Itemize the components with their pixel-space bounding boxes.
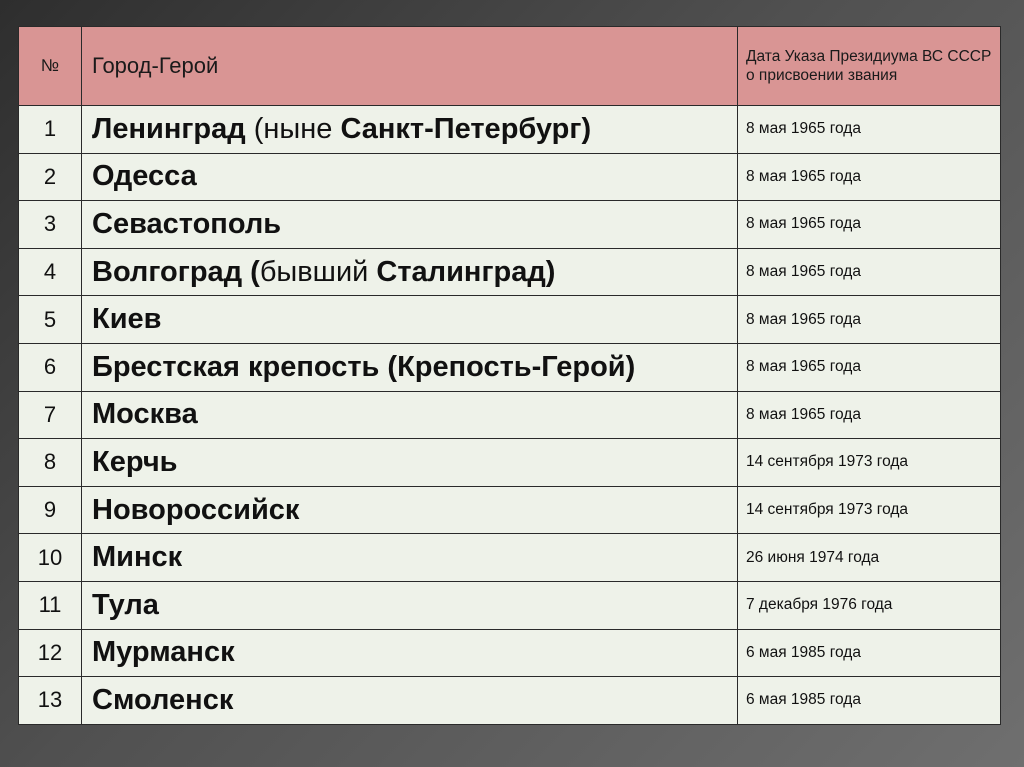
row-date: 8 мая 1965 года	[737, 105, 1001, 154]
slide: № Город-Герой Дата Указа Президиума ВС С…	[0, 0, 1024, 767]
row-city: Мурманск	[81, 628, 738, 678]
row-city: Москва	[81, 390, 738, 440]
row-date: 8 мая 1965 года	[737, 200, 1001, 249]
table-row: 11 Тула 7 декабря 1976 года	[18, 580, 1001, 630]
row-number: 1	[18, 105, 82, 154]
table-row: 6 Брестская крепость (Крепость-Герой) 8 ма…	[18, 342, 1001, 392]
table-row: 10 Минск 26 июня 1974 года	[18, 533, 1001, 582]
table-row: 1 Ленинград (ныне Санкт-Петербург) 8 мая 1…	[18, 105, 1001, 154]
row-number: 2	[18, 152, 82, 202]
table-header-row: № Город-Герой Дата Указа Президиума ВС С…	[18, 26, 1001, 106]
row-city: Брестская крепость (Крепость-Герой)	[81, 342, 738, 392]
row-date: 8 мая 1965 года	[737, 342, 1001, 392]
table-row: 8 Керчь 14 сентября 1973 года	[18, 438, 1001, 487]
row-date: 26 июня 1974 года	[737, 533, 1001, 582]
row-number: 11	[18, 580, 82, 630]
row-date: 8 мая 1965 года	[737, 295, 1001, 344]
city-note: (ныне	[245, 112, 341, 145]
row-date: 6 мая 1985 года	[737, 676, 1001, 725]
row-number: 6	[18, 342, 82, 392]
table-row: 5 Киев 8 мая 1965 года	[18, 295, 1001, 344]
city-name: Волгоград (	[92, 255, 260, 288]
city-name: Москва	[92, 398, 198, 431]
table-row: 4 Волгоград (бывший Сталинград) 8 мая 1965…	[18, 247, 1001, 297]
row-date: 8 мая 1965 года	[737, 390, 1001, 440]
city-name-alt: Сталинград)	[376, 255, 556, 288]
row-city: Новороссийск	[81, 485, 738, 535]
row-city: Керчь	[81, 438, 738, 487]
row-number: 3	[18, 200, 82, 249]
row-number: 9	[18, 485, 82, 535]
city-name: Смоленск	[92, 683, 234, 716]
row-city: Одесса	[81, 152, 738, 202]
row-number: 12	[18, 628, 82, 678]
row-number: 8	[18, 438, 82, 487]
row-date: 8 мая 1965 года	[737, 247, 1001, 297]
table-row: 12 Мурманск 6 мая 1985 года	[18, 628, 1001, 678]
row-date: 14 сентября 1973 года	[737, 485, 1001, 535]
row-date: 14 сентября 1973 года	[737, 438, 1001, 487]
table-row: 2 Одесса 8 мая 1965 года	[18, 152, 1001, 202]
row-city: Севастополь	[81, 200, 738, 249]
row-city: Минск	[81, 533, 738, 582]
header-number: №	[18, 26, 82, 106]
city-name: Севастополь	[92, 207, 282, 240]
city-name: Ленинград	[92, 112, 246, 145]
city-name: Мурманск	[92, 636, 235, 669]
city-name: Керчь	[92, 445, 178, 478]
table-body: 1 Ленинград (ныне Санкт-Петербург) 8 мая 1…	[18, 105, 1001, 725]
city-name: Брестская крепость (Крепость-Герой)	[92, 350, 636, 383]
row-number: 7	[18, 390, 82, 440]
table-row: 9 Новороссийск 14 сентября 1973 года	[18, 485, 1001, 535]
table-row: 7 Москва 8 мая 1965 года	[18, 390, 1001, 440]
header-city: Город-Герой	[81, 26, 738, 106]
row-city: Ленинград (ныне Санкт-Петербург)	[81, 105, 738, 154]
row-date: 6 мая 1985 года	[737, 628, 1001, 678]
row-city: Волгоград (бывший Сталинград)	[81, 247, 738, 297]
city-note: бывший	[259, 255, 377, 288]
city-name: Новороссийск	[92, 493, 300, 526]
city-name: Киев	[92, 303, 162, 336]
city-name-alt: Санкт-Петербург)	[340, 112, 592, 145]
row-date: 7 декабря 1976 года	[737, 580, 1001, 630]
header-date: Дата Указа Президиума ВС СССР о присвоен…	[737, 26, 1001, 106]
row-number: 4	[18, 247, 82, 297]
row-date: 8 мая 1965 года	[737, 152, 1001, 202]
row-city: Киев	[81, 295, 738, 344]
table-row: 3 Севастополь 8 мая 1965 года	[18, 200, 1001, 249]
city-name: Одесса	[92, 160, 197, 193]
hero-cities-table: № Город-Герой Дата Указа Президиума ВС С…	[18, 26, 1001, 725]
table-row: 13 Смоленск 6 мая 1985 года	[18, 676, 1001, 725]
row-number: 5	[18, 295, 82, 344]
row-city: Тула	[81, 580, 738, 630]
city-name: Тула	[92, 588, 159, 621]
row-number: 10	[18, 533, 82, 582]
city-name: Минск	[92, 541, 183, 574]
row-city: Смоленск	[81, 676, 738, 725]
row-number: 13	[18, 676, 82, 725]
